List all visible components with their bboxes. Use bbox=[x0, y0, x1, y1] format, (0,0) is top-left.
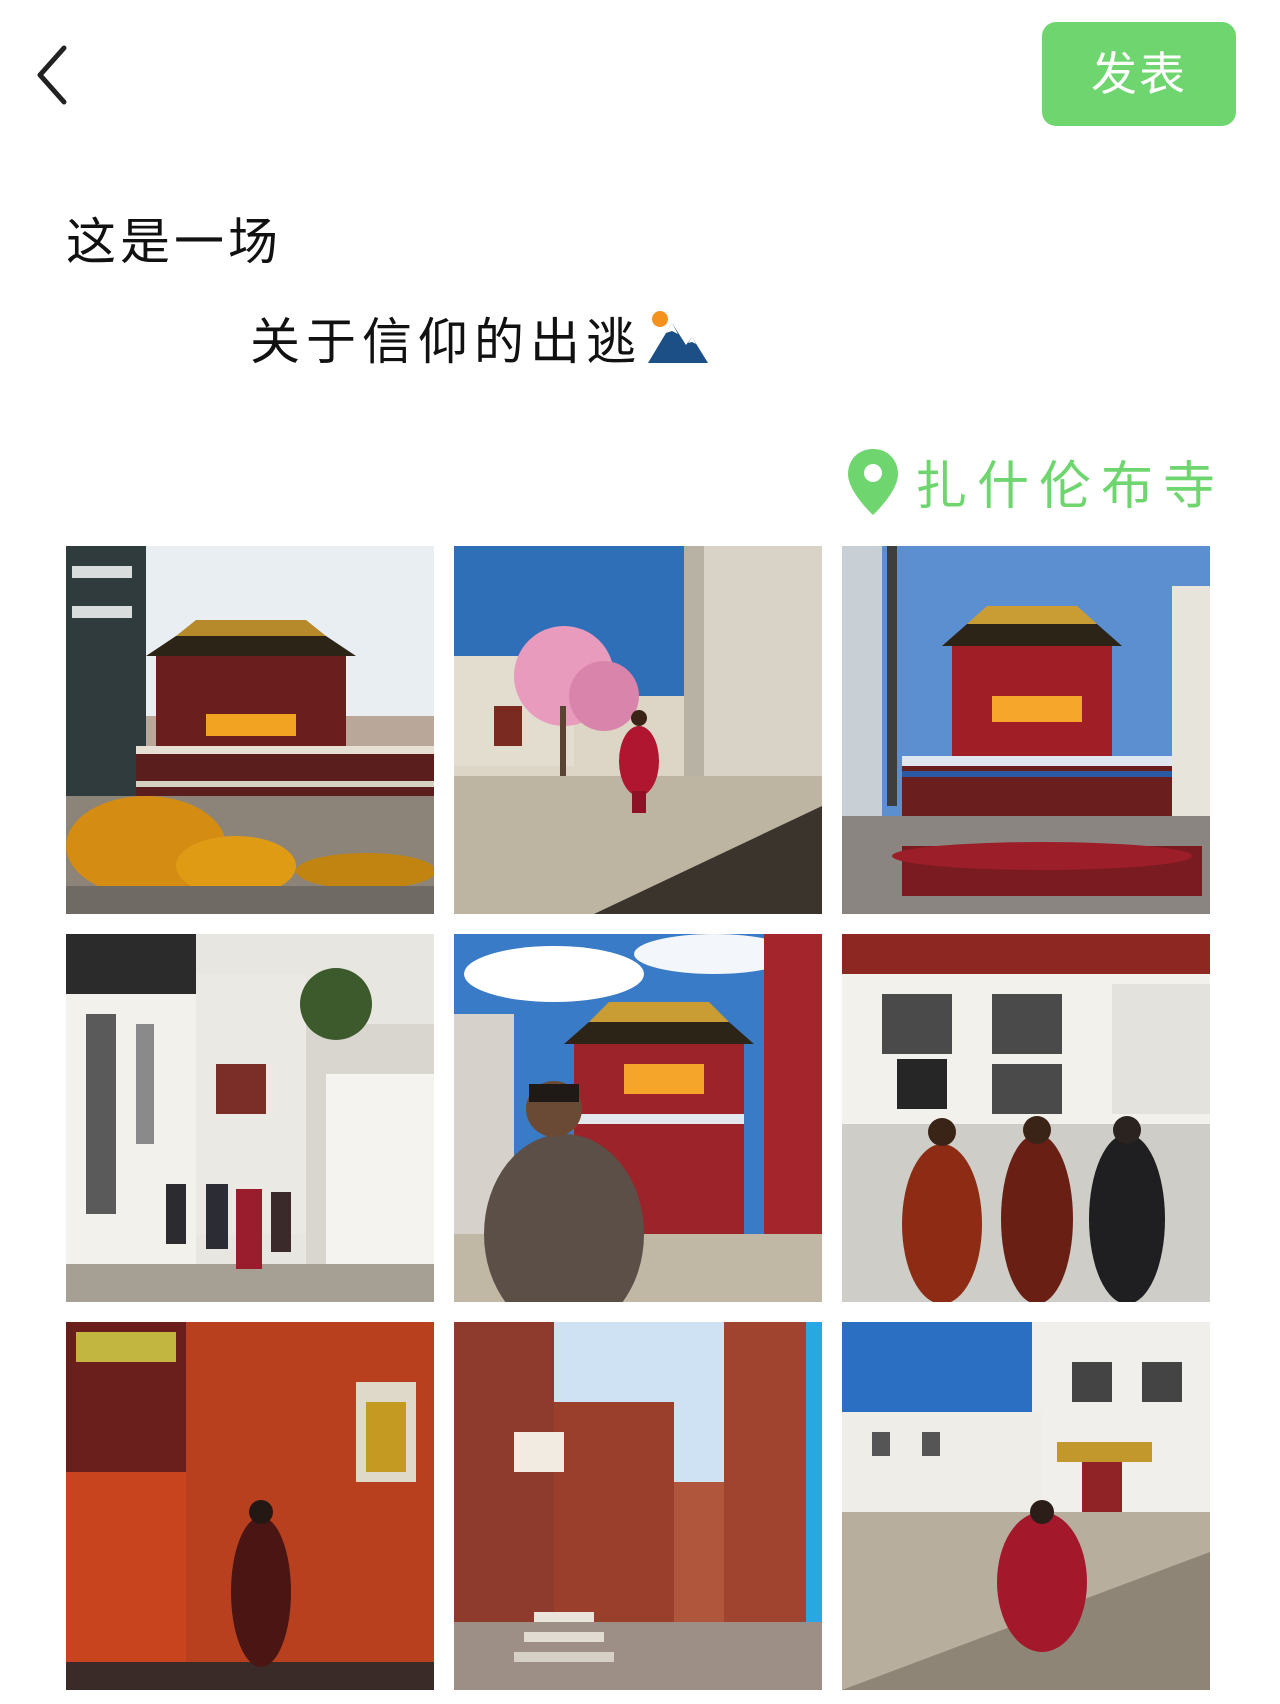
photo-9-image bbox=[842, 1322, 1210, 1690]
photo-4-image bbox=[66, 934, 434, 1302]
photo-1-image bbox=[66, 546, 434, 914]
photo-thumbnail-9[interactable] bbox=[842, 1322, 1210, 1690]
photo-thumbnail-2[interactable] bbox=[454, 546, 822, 914]
photo-thumbnail-7[interactable] bbox=[66, 1322, 434, 1690]
post-text-line-1[interactable]: 这是一场 bbox=[66, 202, 282, 274]
post-text-line-2[interactable]: 关于信仰的出逃 bbox=[250, 302, 710, 374]
photo-6-image bbox=[842, 934, 1210, 1302]
publish-button[interactable]: 发表 bbox=[1042, 22, 1236, 126]
photo-3-image bbox=[842, 546, 1210, 914]
post-composer: 发表 这是一场 关于信仰的出逃 扎什伦布寺 bbox=[0, 0, 1280, 1704]
photo-thumbnail-1[interactable] bbox=[66, 546, 434, 914]
photo-thumbnail-8[interactable] bbox=[454, 1322, 822, 1690]
post-text-line-2-label: 关于信仰的出逃 bbox=[250, 313, 642, 371]
photo-5-image bbox=[454, 934, 822, 1302]
location-name: 扎什伦布寺 bbox=[915, 457, 1226, 517]
location-tag[interactable]: 扎什伦布寺 bbox=[845, 444, 1225, 519]
back-button[interactable] bbox=[30, 40, 80, 110]
photo-8-image bbox=[454, 1322, 822, 1690]
chevron-left-icon bbox=[37, 45, 67, 105]
photo-thumbnail-6[interactable] bbox=[842, 934, 1210, 1302]
photo-thumbnail-5[interactable] bbox=[454, 934, 822, 1302]
photo-2-image bbox=[454, 546, 822, 914]
photo-7-image bbox=[66, 1322, 434, 1690]
mountain-sun-icon bbox=[648, 311, 708, 363]
photo-grid bbox=[66, 546, 1216, 1690]
location-pin-icon bbox=[848, 448, 898, 515]
photo-thumbnail-3[interactable] bbox=[842, 546, 1210, 914]
photo-thumbnail-4[interactable] bbox=[66, 934, 434, 1302]
